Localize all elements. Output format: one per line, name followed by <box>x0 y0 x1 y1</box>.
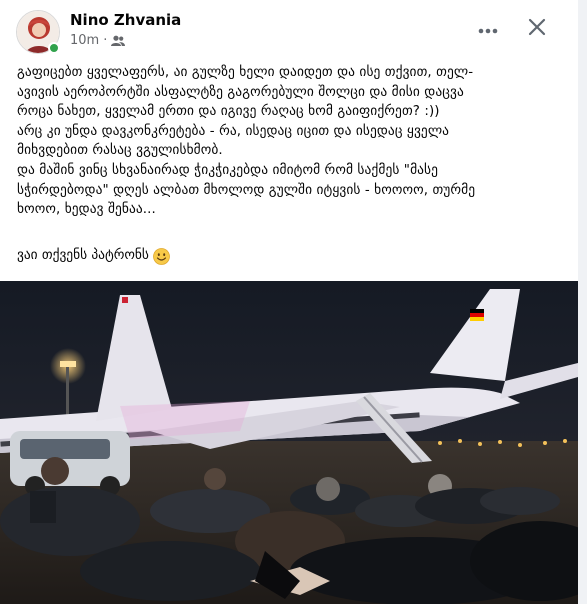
close-icon <box>528 18 546 40</box>
closing-text: ვაი თქვენს პატრონს <box>17 248 149 263</box>
post-line: არც კი უნდა დავკონკრეტება - რა, ისედაც ი… <box>17 123 450 139</box>
post-line: ავივის აეროპორტში ასფალტზე გაგორებული შო… <box>17 84 464 100</box>
more-horizontal-icon <box>478 19 498 38</box>
close-button[interactable] <box>520 14 554 44</box>
post-meta: 10m · <box>70 33 126 48</box>
post-timestamp[interactable]: 10m <box>70 33 99 48</box>
post-photo[interactable] <box>0 281 578 604</box>
post-line: და მაშინ ვინც სხვანაირად ჭიკჭიკებდა იმიტ… <box>17 162 439 178</box>
online-status-dot <box>48 42 60 54</box>
friends-icon[interactable] <box>111 35 126 47</box>
post-line: ხოოო, ხედავ შენაა... <box>17 202 156 218</box>
post-line: გაფიცებთ ყველაფერს, აი გულზე ხელი დაიდეთ… <box>17 65 474 80</box>
post-header: Nino Zhvania 10m · <box>0 0 578 62</box>
post-line: სჭირდებოდა" დღეს ალბათ მხოლოდ გულში იტყვ… <box>17 182 476 198</box>
feed-gutter <box>578 0 587 604</box>
post-message: გაფიცებთ ყველაფერს, აი გულზე ხელი დაიდეთ… <box>17 63 569 220</box>
post-card: Nino Zhvania 10m · გაფიცებთ ყველაფერს, ა… <box>0 0 578 604</box>
smiling-face-emoji <box>153 247 170 265</box>
more-options-button[interactable] <box>470 14 506 42</box>
meta-separator: · <box>103 33 108 48</box>
post-line: მიხვდებით რასაც ვგულისხმობ. <box>17 143 223 159</box>
author-name[interactable]: Nino Zhvania <box>70 11 181 29</box>
post-closing-line: ვაი თქვენს პატრონს <box>17 246 170 266</box>
post-line: როცა ნახეთ, ყველამ ერთი და იგივე რაღაც ხ… <box>17 104 440 120</box>
